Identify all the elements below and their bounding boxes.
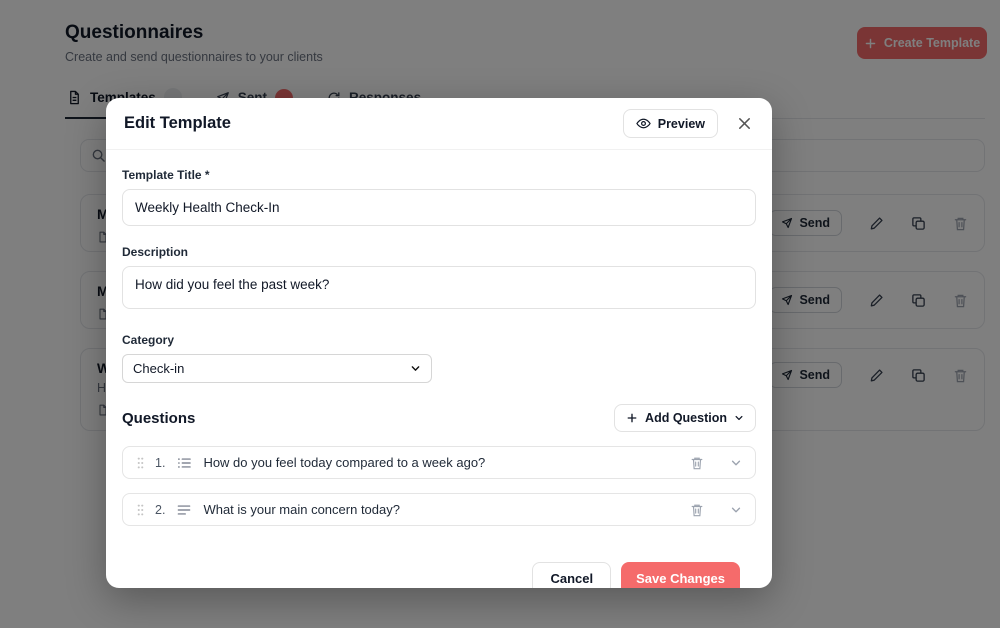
list-icon (177, 456, 192, 470)
delete-question-button[interactable] (690, 503, 704, 517)
drag-handle-icon[interactable] (136, 456, 145, 470)
description-group: Description How did you feel the past we… (122, 245, 756, 314)
question-number: 2. (155, 502, 166, 517)
preview-label: Preview (657, 116, 705, 131)
preview-button[interactable]: Preview (622, 109, 718, 138)
add-question-label: Add Question (645, 411, 727, 425)
description-textarea[interactable]: How did you feel the past week? (122, 266, 756, 309)
category-selected-value: Check-in (133, 361, 185, 376)
template-title-label: Template Title * (122, 168, 210, 182)
question-row: 2. What is your main concern today? (122, 493, 756, 526)
questionnaires-page: Questionnaires Create and send questionn… (0, 0, 1000, 628)
plus-icon (627, 413, 637, 423)
expand-question-button[interactable] (730, 457, 742, 469)
close-icon[interactable] (735, 114, 754, 133)
trash-icon (691, 457, 703, 469)
category-label: Category (122, 333, 175, 347)
chevron-down-icon (411, 366, 420, 371)
modal-header-actions: Preview (622, 109, 754, 138)
modal-body: Template Title * Description How did you… (106, 150, 772, 588)
delete-question-button[interactable] (690, 456, 704, 470)
chevron-down-icon (731, 460, 741, 465)
question-text: How do you feel today compared to a week… (203, 455, 486, 470)
category-group: Category Check-in (122, 333, 756, 383)
category-select[interactable]: Check-in (122, 354, 432, 383)
modal-footer: Cancel Save Changes (122, 526, 756, 588)
modal-title: Edit Template (124, 114, 231, 132)
modal-header: Edit Template Preview (106, 98, 772, 150)
chevron-down-icon (731, 507, 741, 512)
chevron-down-icon (735, 415, 743, 421)
text-lines-icon (177, 503, 191, 517)
add-question-button[interactable]: Add Question (614, 404, 756, 432)
cancel-button[interactable]: Cancel (532, 562, 612, 588)
trash-icon (691, 504, 703, 516)
description-label: Description (122, 245, 189, 259)
question-number: 1. (155, 455, 166, 470)
questions-header: Questions Add Question (122, 404, 756, 432)
expand-question-button[interactable] (730, 504, 742, 516)
question-row: 1. How do you feel today compared to a w… (122, 446, 756, 479)
questions-heading: Questions (122, 409, 196, 427)
template-title-input[interactable] (122, 189, 756, 226)
question-text: What is your main concern today? (203, 502, 400, 517)
edit-template-modal: Edit Template Preview Template Title * D… (106, 98, 772, 588)
drag-handle-icon[interactable] (136, 503, 145, 517)
template-title-group: Template Title * (122, 168, 756, 226)
eye-icon (635, 118, 651, 129)
save-changes-button[interactable]: Save Changes (621, 562, 740, 588)
